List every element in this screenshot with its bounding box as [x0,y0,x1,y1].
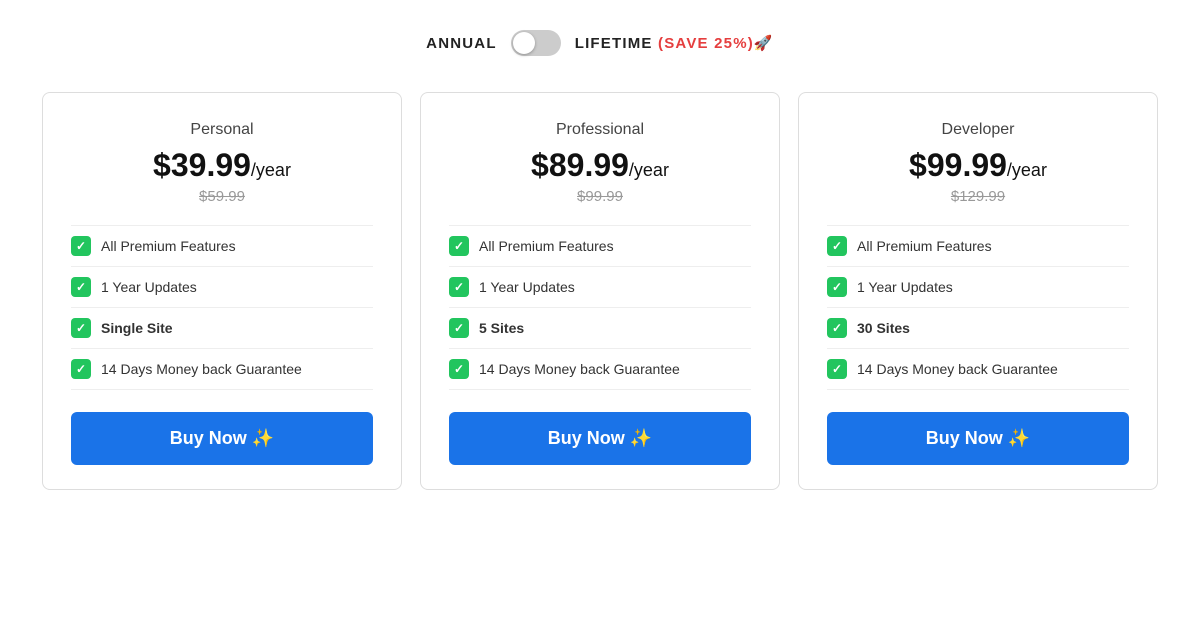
feature-text: Single Site [101,320,173,336]
toggle-thumb [513,32,535,54]
plan-name-professional: Professional [449,121,751,139]
feature-item: 14 Days Money back Guarantee [71,349,373,390]
plan-price-developer: $99.99/year [827,147,1129,184]
check-icon [71,236,91,256]
plan-original-developer: $129.99 [827,188,1129,205]
plan-name-developer: Developer [827,121,1129,139]
card-personal: Personal $39.99/year $59.99 All Premium Fea… [42,92,402,490]
feature-item: Single Site [71,308,373,349]
plan-price-personal: $39.99/year [71,147,373,184]
check-icon [71,318,91,338]
pricing-cards: Personal $39.99/year $59.99 All Premium Fea… [30,92,1170,490]
features-list-developer: All Premium Features 1 Year Updates 30 Sit… [827,225,1129,390]
card-developer: Developer $99.99/year $129.99 All Premium F… [798,92,1158,490]
feature-item: 14 Days Money back Guarantee [449,349,751,390]
features-list-personal: All Premium Features 1 Year Updates Single… [71,225,373,390]
buy-button-developer[interactable]: Buy Now ✨ [827,412,1129,465]
check-icon [449,277,469,297]
check-icon [449,318,469,338]
check-icon [827,277,847,297]
feature-item: All Premium Features [827,225,1129,267]
feature-text: 5 Sites [479,320,524,336]
feature-text: All Premium Features [479,238,614,254]
feature-text: 1 Year Updates [101,279,197,295]
card-professional: Professional $89.99/year $99.99 All Premium… [420,92,780,490]
feature-text: All Premium Features [101,238,236,254]
feature-text: 30 Sites [857,320,910,336]
feature-text: All Premium Features [857,238,992,254]
billing-toggle-row: ANNUAL LIFETIME (SAVE 25%)🚀 [426,30,774,56]
feature-text: 14 Days Money back Guarantee [101,361,302,377]
plan-name-personal: Personal [71,121,373,139]
check-icon [827,318,847,338]
plan-original-professional: $99.99 [449,188,751,205]
feature-item: All Premium Features [449,225,751,267]
lifetime-label: LIFETIME (SAVE 25%)🚀 [575,34,774,52]
feature-item: 1 Year Updates [71,267,373,308]
plan-original-personal: $59.99 [71,188,373,205]
feature-text: 14 Days Money back Guarantee [857,361,1058,377]
plan-price-professional: $89.99/year [449,147,751,184]
feature-text: 14 Days Money back Guarantee [479,361,680,377]
buy-button-personal[interactable]: Buy Now ✨ [71,412,373,465]
buy-button-professional[interactable]: Buy Now ✨ [449,412,751,465]
save-badge: (SAVE 25%)🚀 [658,35,774,52]
check-icon [449,236,469,256]
feature-text: 1 Year Updates [479,279,575,295]
feature-item: 30 Sites [827,308,1129,349]
feature-item: 14 Days Money back Guarantee [827,349,1129,390]
check-icon [449,359,469,379]
feature-item: 1 Year Updates [827,267,1129,308]
check-icon [71,359,91,379]
check-icon [827,236,847,256]
check-icon [71,277,91,297]
features-list-professional: All Premium Features 1 Year Updates 5 Site… [449,225,751,390]
feature-item: All Premium Features [71,225,373,267]
annual-label: ANNUAL [426,35,497,52]
feature-item: 5 Sites [449,308,751,349]
check-icon [827,359,847,379]
feature-item: 1 Year Updates [449,267,751,308]
feature-text: 1 Year Updates [857,279,953,295]
billing-toggle[interactable] [511,30,561,56]
